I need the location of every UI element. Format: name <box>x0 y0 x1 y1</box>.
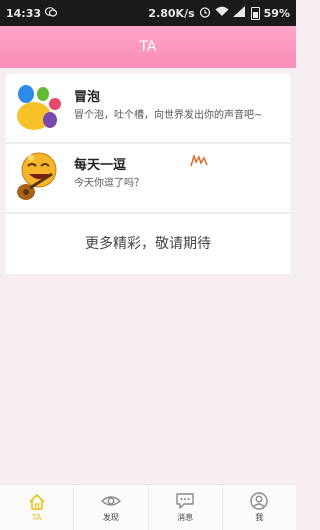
maopao-logo-icon <box>12 82 64 134</box>
tab-label: TA <box>31 513 42 522</box>
coming-soon-card: 更多精彩，敬请期待 <box>6 214 290 274</box>
guitar-smiley-icon <box>12 150 64 202</box>
bottom-tabbar: TA 发现 消息 我 <box>0 484 296 530</box>
app-header: TA <box>0 26 296 68</box>
feature-title: 冒泡 <box>74 90 101 105</box>
feature-description: 今天你逗了吗？ <box>74 178 144 189</box>
status-bar: 14:33 2.80K/s 59% <box>0 0 296 26</box>
battery-icon <box>250 6 260 20</box>
alarm-icon <box>199 6 211 21</box>
tab-label: 消息 <box>177 513 194 522</box>
tab-discover[interactable]: 发现 <box>74 485 149 530</box>
home-icon <box>28 493 46 511</box>
tab-messages[interactable]: 消息 <box>149 485 223 530</box>
wifi-icon <box>215 6 229 20</box>
feature-description: 冒个泡，吐个槽，向世界发出你的声音吧~ <box>74 110 263 121</box>
tab-ta[interactable]: TA <box>0 485 75 530</box>
battery-level: 59% <box>263 6 290 20</box>
feature-title: 每天一逗 <box>74 158 127 173</box>
page-title: TA <box>139 39 157 55</box>
user-icon <box>250 492 269 510</box>
signal-icon <box>232 6 245 20</box>
network-speed: 2.80K/s <box>148 6 195 20</box>
tab-label: 我 <box>255 513 264 522</box>
wechat-icon <box>44 6 58 20</box>
tab-label: 发现 <box>102 513 119 522</box>
feature-card-doudou[interactable]: 每天一逗 今天你逗了吗？ <box>6 144 290 214</box>
eye-icon <box>100 492 121 510</box>
status-time: 14:33 <box>6 6 42 20</box>
tab-me[interactable]: 我 <box>223 485 296 530</box>
coming-soon-label: 更多精彩，敬请期待 <box>85 236 211 252</box>
message-icon <box>175 492 195 510</box>
feature-card-maopao[interactable]: 冒泡 冒个泡，吐个槽，向世界发出你的声音吧~ <box>6 74 290 144</box>
decorative-sticker <box>190 153 208 171</box>
feature-list: 冒泡 冒个泡，吐个槽，向世界发出你的声音吧~ 每天一逗 今天你逗了吗？ 更多精彩… <box>6 74 290 274</box>
main-content: 冒泡 冒个泡，吐个槽，向世界发出你的声音吧~ 每天一逗 今天你逗了吗？ 更多精彩… <box>0 68 296 484</box>
